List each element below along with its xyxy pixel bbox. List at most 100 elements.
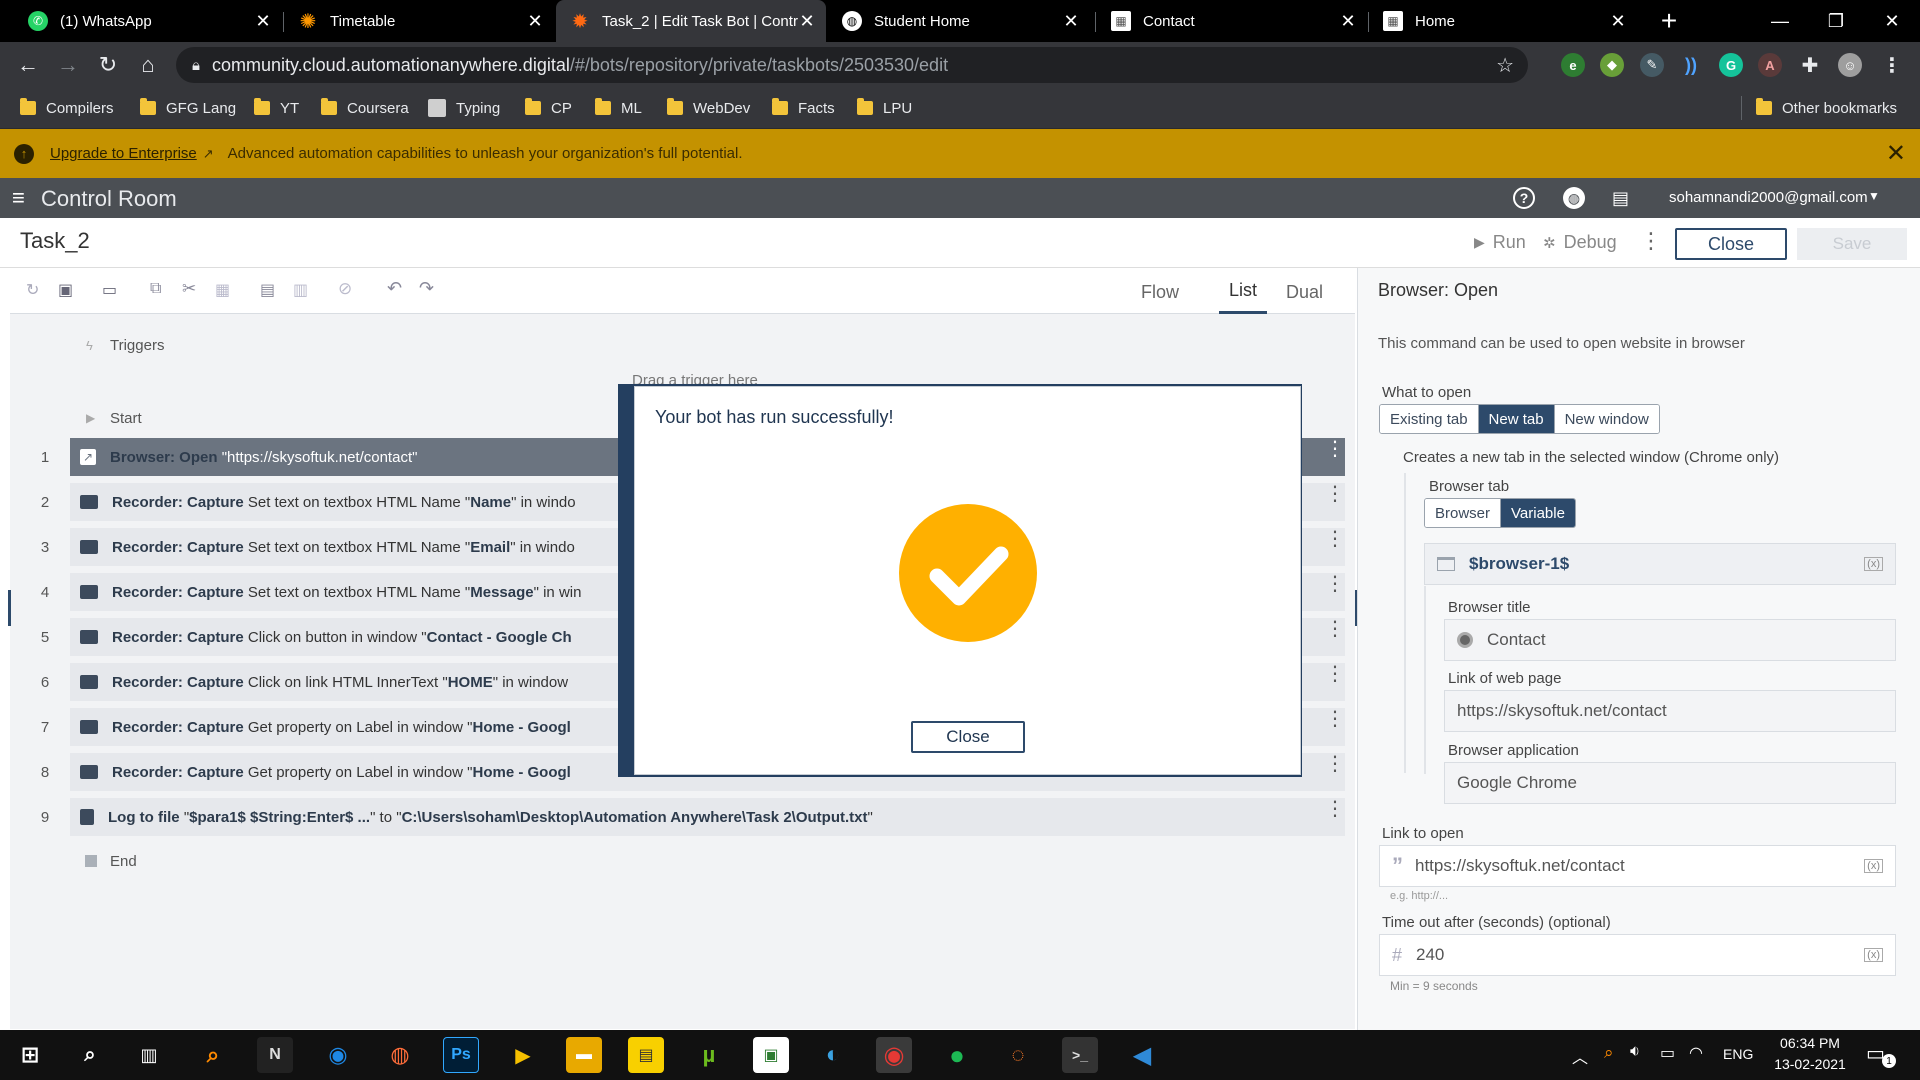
task-view-icon[interactable]: ▥	[131, 1037, 167, 1073]
browser-title-field[interactable]: Contact	[1444, 619, 1896, 661]
row-menu-icon[interactable]: ⋮	[1325, 484, 1345, 504]
banner-close-icon[interactable]: ✕	[1886, 139, 1906, 168]
cut-icon[interactable]: ✂	[182, 279, 196, 299]
notion-icon[interactable]: N	[257, 1037, 293, 1073]
minimize-button[interactable]: —	[1752, 0, 1808, 42]
bookmark-gfg-lang[interactable]: GFG Lang	[140, 96, 236, 120]
delete-icon[interactable]: ▦	[215, 280, 230, 300]
extension-icon[interactable]: ✎	[1640, 53, 1664, 77]
utorrent-icon[interactable]: µ	[691, 1037, 727, 1073]
vscode-icon[interactable]: ◀	[1124, 1037, 1160, 1073]
dialog-close-button[interactable]: Close	[911, 721, 1025, 753]
bookmark-compilers[interactable]: Compilers	[20, 96, 114, 120]
profile-avatar[interactable]: ☺	[1838, 53, 1862, 77]
bookmark-lpu[interactable]: LPU	[857, 96, 912, 120]
bookmark-webdev[interactable]: WebDev	[667, 96, 750, 120]
browser-application-field[interactable]: Google Chrome	[1444, 762, 1896, 804]
wifi-icon[interactable]: ◠	[1689, 1043, 1703, 1063]
tab-home[interactable]: ▦ Home ✕	[1369, 0, 1637, 42]
row-menu-icon[interactable]: ⋮	[1325, 754, 1345, 774]
row-menu-icon[interactable]: ⋮	[1325, 574, 1345, 594]
tab-whatsapp[interactable]: ✆ (1) WhatsApp ✕	[14, 0, 282, 42]
row-menu-icon[interactable]: ⋮	[1325, 529, 1345, 549]
variable-insert-icon[interactable]: (x)	[1864, 948, 1883, 962]
other-bookmarks[interactable]: Other bookmarks	[1741, 96, 1897, 120]
clock-time[interactable]: 06:34 PM	[1776, 1035, 1844, 1051]
existing-tab-option[interactable]: Existing tab	[1380, 405, 1479, 433]
edge-icon[interactable]: ◐	[815, 1037, 851, 1073]
row-menu-icon[interactable]: ⋮	[1325, 619, 1345, 639]
extension-icon[interactable]: A	[1758, 53, 1782, 77]
variable-insert-icon[interactable]: (x)	[1864, 859, 1883, 873]
search-icon[interactable]: ⌕	[72, 1037, 108, 1073]
reload-button[interactable]: ↻	[92, 49, 124, 81]
app-icon[interactable]: ▣	[753, 1037, 789, 1073]
sticky-notes-icon[interactable]: ▤	[628, 1037, 664, 1073]
tab-contact[interactable]: ▦ Contact ✕	[1097, 0, 1367, 42]
row-menu-icon[interactable]: ⋮	[1325, 709, 1345, 729]
tab-timetable[interactable]: ✺ Timetable ✕	[284, 0, 554, 42]
new-window-option[interactable]: New window	[1554, 405, 1659, 433]
user-email[interactable]: sohamnandi2000@gmail.com	[1669, 189, 1868, 206]
upgrade-link[interactable]: Upgrade to Enterprise	[50, 145, 197, 162]
puzzle-icon[interactable]: ✚	[1798, 53, 1822, 77]
close-icon[interactable]: ✕	[1609, 11, 1627, 32]
brave-icon[interactable]: ◍	[382, 1037, 418, 1073]
notifications-icon[interactable]: ▤	[1612, 188, 1629, 209]
command-row[interactable]: 9 Log to file "$para1$ $String:Enter$ ..…	[41, 798, 1345, 836]
tab-task-2[interactable]: ✹ Task_2 | Edit Task Bot | Contr ✕	[556, 0, 826, 42]
window-close-button[interactable]: ✕	[1864, 0, 1920, 42]
bookmark-ml[interactable]: ML	[595, 96, 642, 120]
bookmark-facts[interactable]: Facts	[772, 96, 835, 120]
close-icon[interactable]: ✕	[1062, 11, 1080, 32]
address-bar[interactable]: 🔒︎ community.cloud.automationanywhere.di…	[176, 47, 1528, 83]
close-icon[interactable]: ✕	[798, 11, 816, 32]
copy-icon[interactable]: ⧉	[150, 280, 161, 298]
close-icon[interactable]: ✕	[1339, 11, 1357, 32]
tab-flow[interactable]: Flow	[1141, 282, 1179, 303]
browser-option[interactable]: Browser	[1425, 499, 1502, 527]
media-player-icon[interactable]: ▶	[505, 1037, 541, 1073]
undo-icon[interactable]: ↶	[387, 278, 402, 299]
paste-icon[interactable]: ▤	[260, 280, 275, 300]
bookmark-typing[interactable]: Typing	[428, 96, 500, 120]
photoshop-icon[interactable]: Ps	[443, 1037, 479, 1073]
screen-icon[interactable]: ▭	[102, 280, 117, 300]
tray-search-icon[interactable]: ⌕	[1604, 1043, 1614, 1063]
chevron-down-icon[interactable]: ▼	[1868, 189, 1880, 203]
chevron-up-icon[interactable]: ︿	[1572, 1044, 1588, 1068]
bookmark-cp[interactable]: CP	[525, 96, 572, 120]
link-of-web-page-field[interactable]: https://skysoftuk.net/contact	[1444, 690, 1896, 732]
splitter-handle[interactable]	[8, 590, 11, 626]
search-everything-icon[interactable]: ⌕	[195, 1037, 231, 1073]
grammarly-extension-icon[interactable]: G	[1719, 53, 1743, 77]
paste-below-icon[interactable]: ▥	[293, 280, 308, 300]
menu-icon[interactable]: ⋮	[1880, 53, 1904, 77]
close-icon[interactable]: ✕	[254, 11, 272, 32]
row-menu-icon[interactable]: ⋮	[1325, 799, 1345, 819]
save-button[interactable]: Save	[1797, 228, 1907, 260]
close-icon[interactable]: ✕	[526, 11, 544, 32]
bookmark-yt[interactable]: YT	[254, 96, 299, 120]
extension-icon[interactable]: ◆	[1600, 53, 1624, 77]
extension-icon[interactable]: ))	[1679, 53, 1703, 77]
close-button[interactable]: Close	[1675, 228, 1787, 260]
app-icon[interactable]: ◉	[320, 1037, 356, 1073]
run-button[interactable]: ▶ Run	[1474, 232, 1526, 253]
refresh-icon[interactable]: ↻	[26, 280, 39, 300]
disable-icon[interactable]: ⊘	[338, 279, 352, 299]
help-icon[interactable]: ?	[1513, 187, 1535, 209]
debug-button[interactable]: ✲ Debug	[1543, 232, 1617, 253]
forward-button[interactable]: →	[52, 49, 84, 81]
bookmark-coursera[interactable]: Coursera	[321, 96, 409, 120]
tab-dual[interactable]: Dual	[1286, 282, 1323, 303]
terminal-icon[interactable]: >_	[1062, 1037, 1098, 1073]
redo-icon[interactable]: ↷	[419, 278, 434, 299]
row-menu-icon[interactable]: ⋮	[1325, 439, 1345, 459]
hamburger-menu-icon[interactable]: ≡	[12, 185, 25, 211]
back-button[interactable]: ←	[12, 49, 44, 81]
spotify-icon[interactable]: ●	[939, 1037, 975, 1073]
new-tab-button[interactable]: +	[1641, 0, 1697, 42]
jupyter-icon[interactable]: ◌	[1000, 1037, 1036, 1073]
row-menu-icon[interactable]: ⋮	[1325, 664, 1345, 684]
